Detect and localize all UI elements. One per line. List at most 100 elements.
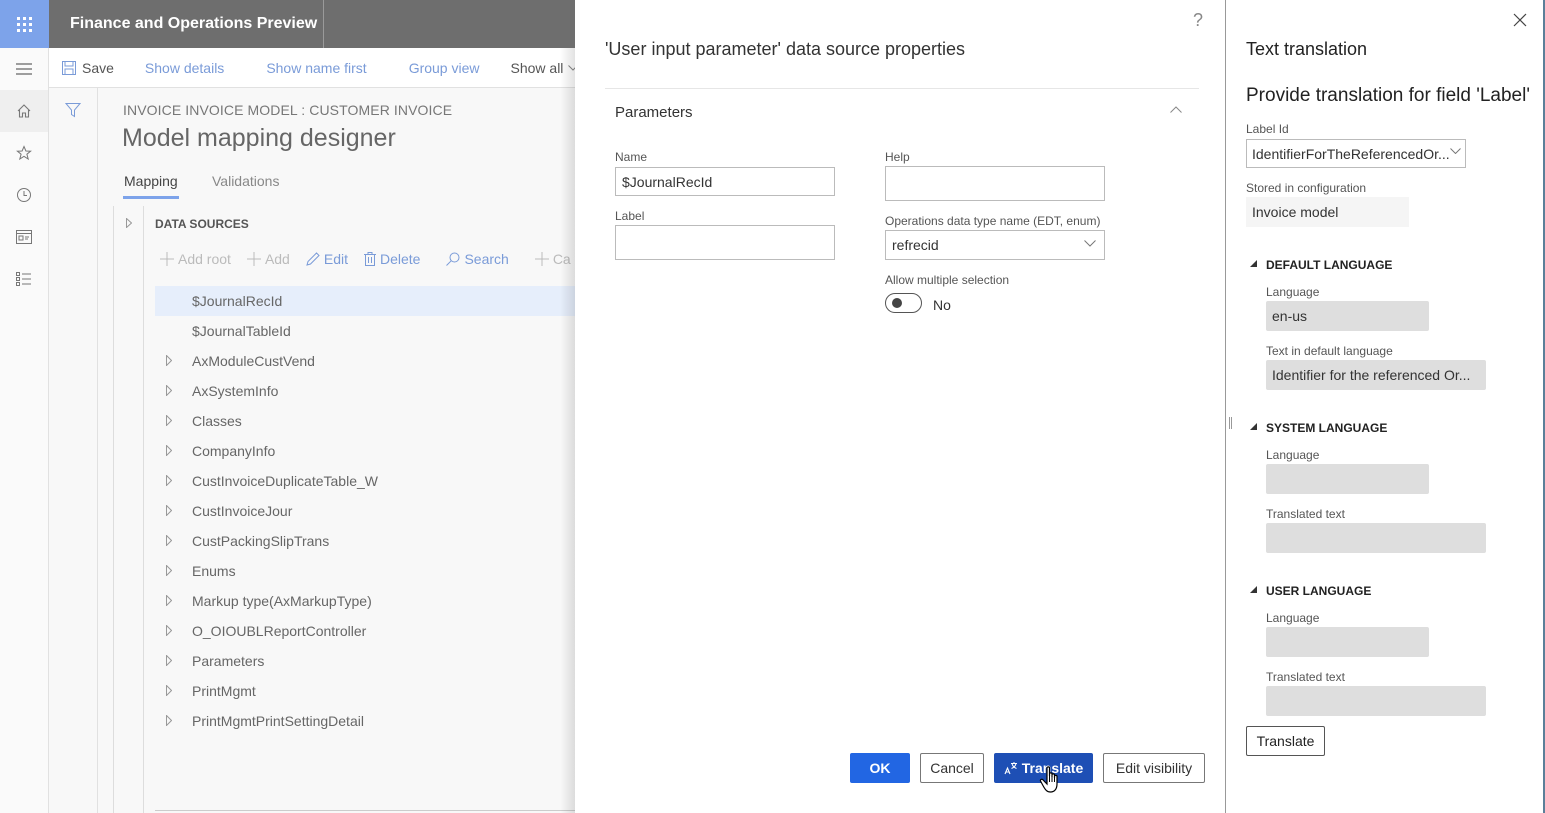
tree-item[interactable]: CustInvoiceDuplicateTable_W: [155, 466, 575, 496]
show-name-first-button[interactable]: Show name first: [266, 60, 366, 76]
tree-item[interactable]: AxModuleCustVend: [155, 346, 575, 376]
tree-item[interactable]: CompanyInfo: [155, 436, 575, 466]
tree-item-label: PrintMgmt: [192, 683, 256, 699]
show-details-button[interactable]: Show details: [145, 60, 224, 76]
save-button[interactable]: Save: [62, 60, 114, 76]
edt-select[interactable]: refrecid: [885, 230, 1105, 260]
tree-item[interactable]: Parameters: [155, 646, 575, 676]
nav-modules-button[interactable]: [0, 258, 48, 300]
label-input[interactable]: [615, 225, 835, 260]
tree-item[interactable]: PrintMgmtPrintSettingDetail: [155, 706, 575, 736]
tree-item-label: AxSystemInfo: [192, 383, 279, 399]
search-button[interactable]: Search: [446, 251, 509, 267]
help-icon[interactable]: ?: [1193, 10, 1203, 31]
expand-triangle-icon[interactable]: [126, 218, 132, 228]
nav-home-button[interactable]: [0, 90, 48, 132]
tree-item[interactable]: O_OIOUBLReportController: [155, 616, 575, 646]
system-language-group-header[interactable]: SYSTEM LANGUAGE: [1250, 421, 1388, 435]
chevron-down-icon: [1084, 240, 1096, 247]
text-translation-pane: Text translation Provide translation for…: [1225, 0, 1545, 813]
help-label: Help: [885, 150, 910, 164]
tree-item[interactable]: Classes: [155, 406, 575, 436]
expand-triangle-icon[interactable]: [166, 415, 172, 426]
cancel-button[interactable]: Cancel: [920, 753, 984, 783]
tree-item[interactable]: $JournalTableId: [155, 316, 575, 346]
name-input[interactable]: [615, 167, 835, 196]
expand-triangle-icon[interactable]: [166, 385, 172, 396]
label-id-value: IdentifierForTheReferencedOr...: [1252, 145, 1450, 162]
default-language-group-header[interactable]: DEFAULT LANGUAGE: [1250, 258, 1393, 272]
tab-mapping[interactable]: Mapping: [123, 173, 179, 199]
add-button[interactable]: Add: [246, 251, 290, 267]
chevron-down-icon: [1450, 148, 1461, 154]
nav-workspaces-button[interactable]: [0, 216, 48, 258]
expand-triangle-icon[interactable]: [166, 505, 172, 516]
add-label: Add: [264, 251, 290, 267]
plus-icon: [160, 252, 174, 266]
help-input[interactable]: [885, 166, 1105, 201]
tree-item[interactable]: Markup type(AxMarkupType): [155, 586, 575, 616]
translate-icon: [1004, 762, 1017, 775]
clock-icon: [17, 188, 31, 202]
data-sources-collapse-strip: [113, 206, 144, 813]
topbar-divider: [323, 0, 324, 48]
expand-triangle-icon[interactable]: [166, 565, 172, 576]
expand-triangle-icon[interactable]: [166, 655, 172, 666]
expand-triangle-icon[interactable]: [166, 595, 172, 606]
left-navigation: [0, 48, 49, 813]
expand-triangle-icon[interactable]: [166, 445, 172, 456]
nav-favorites-button[interactable]: [0, 132, 48, 174]
user-translated-text-value: [1266, 686, 1486, 716]
system-language-header-text: SYSTEM LANGUAGE: [1266, 421, 1388, 435]
save-label: Save: [82, 59, 114, 76]
parameters-section-header[interactable]: Parameters: [615, 104, 693, 121]
allow-multiple-toggle[interactable]: [885, 293, 922, 313]
expand-triangle-icon[interactable]: [166, 715, 172, 726]
expand-triangle-icon[interactable]: [166, 625, 172, 636]
chevron-up-icon[interactable]: [1170, 106, 1182, 113]
translate-pane-button[interactable]: Translate: [1246, 726, 1325, 756]
tree-item-label: Parameters: [192, 653, 265, 669]
user-translated-text-label: Translated text: [1266, 670, 1345, 684]
collapse-triangle-icon: [1250, 423, 1257, 430]
ok-button[interactable]: OK: [850, 753, 910, 783]
tree-item-label: Enums: [192, 563, 236, 579]
stored-in-configuration-label: Stored in configuration: [1246, 181, 1367, 195]
group-view-button[interactable]: Group view: [409, 60, 480, 76]
plus-icon: [534, 252, 549, 266]
pencil-icon: [306, 252, 320, 266]
tree-item[interactable]: CustInvoiceJour: [155, 496, 575, 526]
data-sources-tree: $JournalRecId $JournalTableId AxModuleCust…: [155, 286, 575, 736]
nav-recent-button[interactable]: [0, 174, 48, 216]
expand-triangle-icon[interactable]: [166, 685, 172, 696]
app-launcher-button[interactable]: [0, 0, 49, 48]
expand-triangle-icon[interactable]: [166, 535, 172, 546]
default-language-header-text: DEFAULT LANGUAGE: [1266, 258, 1393, 272]
edit-button[interactable]: Edit: [306, 251, 348, 267]
tree-item-label: Classes: [192, 413, 242, 429]
tree-item[interactable]: PrintMgmt: [155, 676, 575, 706]
close-icon[interactable]: [1513, 13, 1527, 27]
tree-item[interactable]: Enums: [155, 556, 575, 586]
edit-visibility-button[interactable]: Edit visibility: [1103, 753, 1205, 783]
tree-item[interactable]: AxSystemInfo: [155, 376, 575, 406]
label-id-select[interactable]: IdentifierForTheReferencedOr...: [1246, 139, 1466, 168]
allow-multiple-value: No: [933, 297, 951, 313]
tree-item[interactable]: CustPackingSlipTrans: [155, 526, 575, 556]
tree-item[interactable]: $JournalRecId: [155, 286, 575, 316]
filter-icon[interactable]: [65, 102, 81, 118]
filter-pane: [49, 88, 98, 813]
translation-pane-title: Text translation: [1246, 39, 1368, 59]
tree-item-label: CustInvoiceJour: [192, 503, 293, 519]
nav-menu-button[interactable]: [0, 48, 48, 90]
delete-button[interactable]: Delete: [363, 251, 420, 267]
dialog-divider: [605, 88, 1199, 89]
tab-validations[interactable]: Validations: [212, 173, 279, 189]
user-language-group-header[interactable]: USER LANGUAGE: [1250, 584, 1371, 598]
expand-triangle-icon[interactable]: [166, 475, 172, 486]
pane-splitter-handle[interactable]: [1229, 417, 1232, 429]
hand-cursor-icon: [1039, 766, 1058, 793]
add-root-button[interactable]: Add root: [160, 251, 231, 267]
expand-triangle-icon[interactable]: [166, 355, 172, 366]
dialog-title: 'User input parameter' data source prope…: [605, 39, 966, 59]
